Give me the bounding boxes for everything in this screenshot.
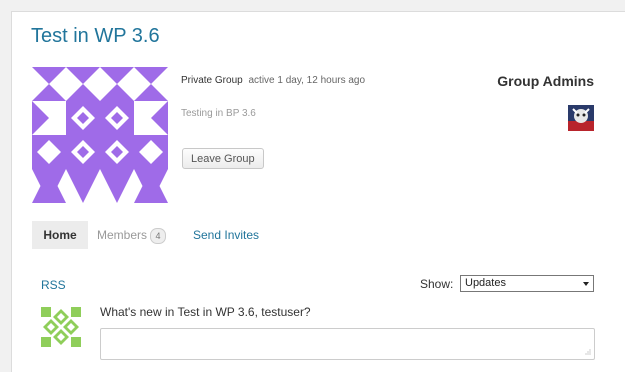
- group-avatar[interactable]: [32, 67, 168, 203]
- group-activity: active 1 day, 12 hours ago: [248, 75, 366, 86]
- tab-home[interactable]: Home: [32, 221, 88, 249]
- group-meta: Private Group active 1 day, 12 hours ago: [181, 75, 365, 86]
- leave-group-button[interactable]: Leave Group: [182, 148, 264, 169]
- whats-new-prompt: What's new in Test in WP 3.6, testuser?: [100, 305, 311, 319]
- group-nav-tabs: Home Members 4 Send Invites: [32, 221, 312, 249]
- tab-members-label: Members: [97, 228, 148, 242]
- admin-avatar[interactable]: [568, 105, 594, 131]
- tab-members[interactable]: Members 4: [97, 221, 167, 249]
- rss-link[interactable]: RSS: [41, 278, 66, 292]
- show-filter-select[interactable]: Updates: [460, 275, 594, 292]
- members-count-badge: 4: [150, 227, 167, 244]
- resize-grip-icon[interactable]: [584, 349, 591, 356]
- show-filter-value: Updates: [465, 277, 506, 289]
- group-admins-heading: Group Admins: [497, 73, 594, 89]
- group-type: Private Group: [181, 75, 243, 86]
- show-filter-label: Show:: [420, 277, 454, 291]
- tab-send-invites[interactable]: Send Invites: [193, 221, 259, 249]
- group-title[interactable]: Test in WP 3.6: [31, 25, 160, 48]
- whats-new-textarea[interactable]: [100, 328, 595, 360]
- chevron-down-icon: [583, 282, 589, 286]
- user-avatar[interactable]: [41, 307, 81, 347]
- group-description: Testing in BP 3.6: [181, 108, 256, 119]
